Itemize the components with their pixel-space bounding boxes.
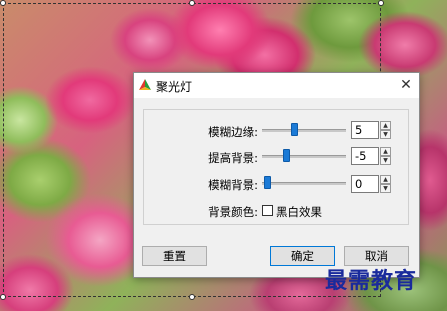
spin-down-icon[interactable]: ▼	[380, 156, 391, 165]
selection-handle-top-left[interactable]	[0, 0, 6, 6]
raise-background-value[interactable]: -5	[351, 147, 379, 165]
blur-background-label: 模糊背景:	[208, 178, 258, 192]
watermark-text: 最需教育	[325, 268, 418, 294]
raise-background-slider[interactable]	[262, 149, 346, 163]
blur-edge-label: 模糊边缘:	[208, 125, 258, 139]
close-icon[interactable]: ✕	[395, 75, 417, 95]
spin-up-icon[interactable]: ▲	[380, 121, 391, 130]
app-logo-icon	[139, 79, 151, 90]
spotlight-dialog: 聚光灯 ✕ 模糊边缘: 5 ▲ ▼ 提高背景: -5 ▲ ▼ 模糊背景: 0 ▲	[133, 72, 420, 278]
bw-effect-label[interactable]: 黑白效果	[276, 204, 322, 220]
slider-thumb[interactable]	[283, 149, 290, 162]
spin-up-icon[interactable]: ▲	[380, 147, 391, 156]
slider-track	[262, 182, 346, 185]
selection-handle-bottom-center[interactable]	[189, 294, 195, 300]
dialog-titlebar[interactable]: 聚光灯 ✕	[134, 73, 419, 98]
spinner-arrows[interactable]: ▲ ▼	[380, 147, 391, 165]
bw-effect-checkbox[interactable]	[262, 205, 273, 216]
blur-background-slider[interactable]	[262, 176, 346, 190]
spinner-arrows[interactable]: ▲ ▼	[380, 175, 391, 193]
slider-track	[262, 129, 346, 132]
raise-background-label: 提高背景:	[208, 151, 258, 165]
blur-edge-value[interactable]: 5	[351, 121, 379, 139]
selection-handle-bottom-left[interactable]	[0, 294, 6, 300]
spinner-arrows[interactable]: ▲ ▼	[380, 121, 391, 139]
spin-down-icon[interactable]: ▼	[380, 130, 391, 139]
blur-edge-spinner[interactable]: 5 ▲ ▼	[351, 121, 393, 139]
selection-handle-top-center[interactable]	[189, 0, 195, 6]
spin-up-icon[interactable]: ▲	[380, 175, 391, 184]
slider-thumb[interactable]	[291, 123, 298, 136]
blur-edge-slider[interactable]	[262, 123, 346, 137]
slider-track	[262, 155, 346, 158]
blur-background-spinner[interactable]: 0 ▲ ▼	[351, 175, 393, 193]
background-color-label: 背景颜色:	[208, 205, 258, 219]
raise-background-spinner[interactable]: -5 ▲ ▼	[351, 147, 393, 165]
blur-background-value[interactable]: 0	[351, 175, 379, 193]
selection-handle-top-right[interactable]	[378, 0, 384, 6]
reset-button[interactable]: 重置	[142, 246, 207, 266]
spin-down-icon[interactable]: ▼	[380, 184, 391, 193]
dialog-title: 聚光灯	[156, 80, 193, 94]
slider-thumb[interactable]	[264, 176, 271, 189]
